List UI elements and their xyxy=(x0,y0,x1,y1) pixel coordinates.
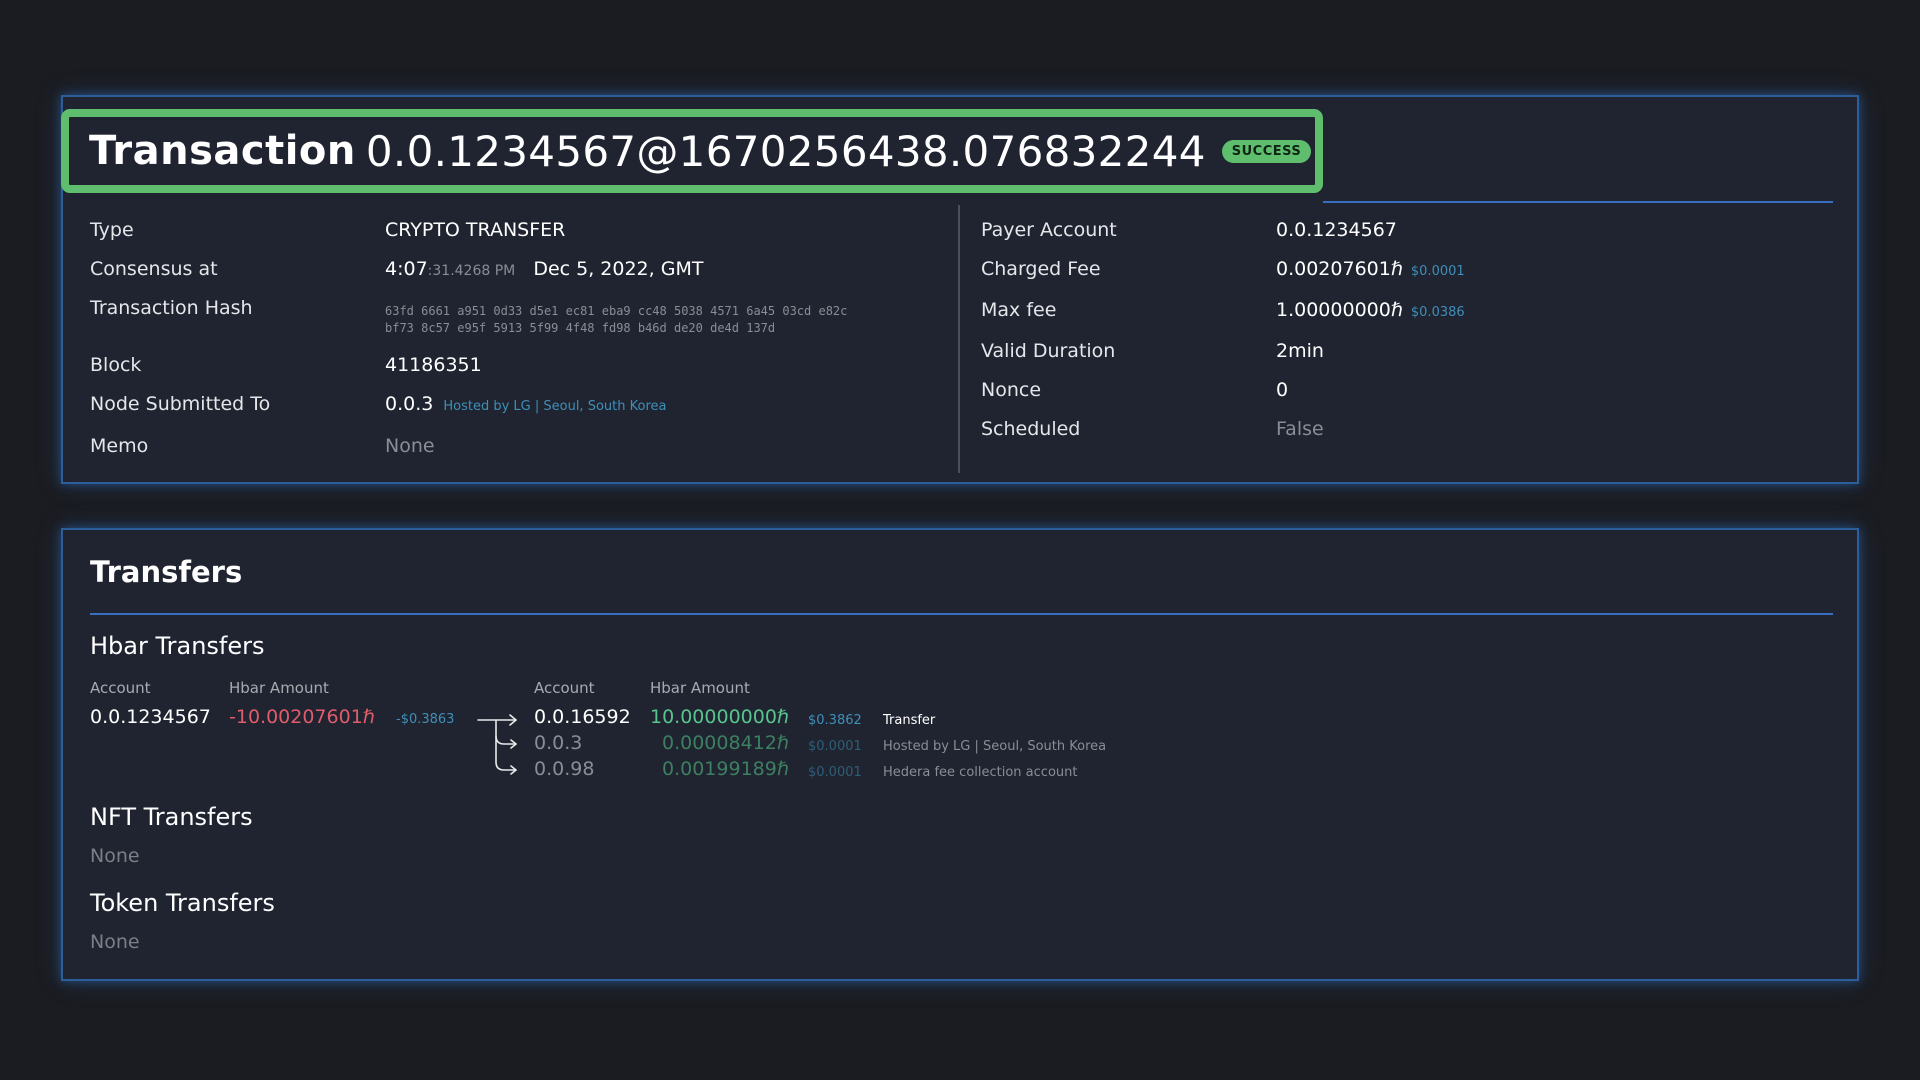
node-id[interactable]: 0.0.3 xyxy=(385,393,433,415)
nft-transfers-title: NFT Transfers xyxy=(90,803,253,831)
transaction-hash[interactable]: 63fd 6661 a951 0d33 d5e1 ec81 eba9 cc48 … xyxy=(385,303,847,337)
type-value: CRYPTO TRANSFER xyxy=(385,219,566,241)
to-usd-3: $0.0001 xyxy=(808,765,862,780)
branch-arrow-icon xyxy=(477,714,517,775)
from-usd: -$0.3863 xyxy=(396,712,455,727)
from-amount: -10.00207601ℏ xyxy=(229,706,375,728)
payer-value[interactable]: 0.0.1234567 xyxy=(1276,219,1397,241)
block-value[interactable]: 41186351 xyxy=(385,354,482,376)
consensus-value: 4:07:31.4268 PM Dec 5, 2022, GMT xyxy=(385,258,703,280)
to-desc-3: Hedera fee collection account xyxy=(883,765,1078,780)
max-fee-amount: 1.00000000ℏ xyxy=(1276,299,1403,321)
consensus-label: Consensus at xyxy=(90,258,218,280)
transfers-title: Transfers xyxy=(90,555,243,589)
scheduled-value: False xyxy=(1276,418,1324,440)
to-account-1[interactable]: 0.0.16592 xyxy=(534,706,631,728)
max-fee-value: 1.00000000ℏ $0.0386 xyxy=(1276,299,1465,321)
nft-transfers-value: None xyxy=(90,845,140,867)
duration-value: 2min xyxy=(1276,340,1324,362)
to-usd-1: $0.3862 xyxy=(808,713,862,728)
to-amount-header: Hbar Amount xyxy=(650,679,750,697)
from-account-header: Account xyxy=(90,679,151,697)
to-account-2[interactable]: 0.0.3 xyxy=(534,732,582,754)
hash-line-1: 63fd 6661 a951 0d33 d5e1 ec81 eba9 cc48 … xyxy=(385,304,848,318)
to-account-header: Account xyxy=(534,679,595,697)
consensus-date: Dec 5, 2022, GMT xyxy=(533,258,704,280)
duration-label: Valid Duration xyxy=(981,340,1116,362)
transaction-header: Transaction 0.0.1234567@1670256438.07683… xyxy=(61,109,1323,193)
nonce-label: Nonce xyxy=(981,379,1042,401)
column-divider xyxy=(958,205,960,473)
transfers-panel: Transfers Hbar Transfers Account Hbar Am… xyxy=(61,528,1859,981)
token-transfers-title: Token Transfers xyxy=(90,889,275,917)
nonce-value: 0 xyxy=(1276,379,1289,401)
transaction-id[interactable]: 0.0.1234567@1670256438.076832244 xyxy=(366,127,1206,176)
to-desc-2: Hosted by LG | Seoul, South Korea xyxy=(883,739,1107,754)
charged-fee-amount: 0.00207601ℏ xyxy=(1276,258,1403,280)
charged-fee-value: 0.00207601ℏ $0.0001 xyxy=(1276,258,1465,280)
to-usd-2: $0.0001 xyxy=(808,739,862,754)
header-divider xyxy=(1323,201,1833,203)
consensus-time: 4:07 xyxy=(385,258,428,280)
memo-label: Memo xyxy=(90,435,149,457)
to-amount-3: 0.00199189ℏ xyxy=(662,758,789,780)
payer-label: Payer Account xyxy=(981,219,1117,241)
node-label: Node Submitted To xyxy=(90,393,271,415)
to-account-3[interactable]: 0.0.98 xyxy=(534,758,594,780)
hash-line-2: bf73 8c57 e95f 5913 5f99 4f48 fd98 b46d … xyxy=(385,321,776,335)
block-label: Block xyxy=(90,354,142,376)
transaction-panel: Transaction 0.0.1234567@1670256438.07683… xyxy=(61,95,1859,484)
scheduled-label: Scheduled xyxy=(981,418,1081,440)
memo-value: None xyxy=(385,435,435,457)
to-amount-2: 0.00008412ℏ xyxy=(662,732,789,754)
node-value: 0.0.3 Hosted by LG | Seoul, South Korea xyxy=(385,393,666,415)
page-title: Transaction xyxy=(89,128,356,174)
type-label: Type xyxy=(90,219,134,241)
status-badge: SUCCESS xyxy=(1221,139,1312,163)
from-amount-header: Hbar Amount xyxy=(229,679,329,697)
max-fee-usd: $0.0386 xyxy=(1410,305,1465,320)
from-account[interactable]: 0.0.1234567 xyxy=(90,706,211,728)
charged-fee-label: Charged Fee xyxy=(981,258,1101,280)
to-desc-1: Transfer xyxy=(883,713,936,728)
node-host: Hosted by LG | Seoul, South Korea xyxy=(443,399,667,414)
consensus-seconds: :31.4268 PM xyxy=(427,263,516,279)
max-fee-label: Max fee xyxy=(981,299,1057,321)
charged-fee-usd: $0.0001 xyxy=(1410,264,1465,279)
hash-label: Transaction Hash xyxy=(90,297,253,319)
to-amount-1: 10.00000000ℏ xyxy=(650,706,789,728)
hbar-transfers-title: Hbar Transfers xyxy=(90,632,265,660)
token-transfers-value: None xyxy=(90,931,140,953)
transfers-divider xyxy=(90,613,1833,615)
